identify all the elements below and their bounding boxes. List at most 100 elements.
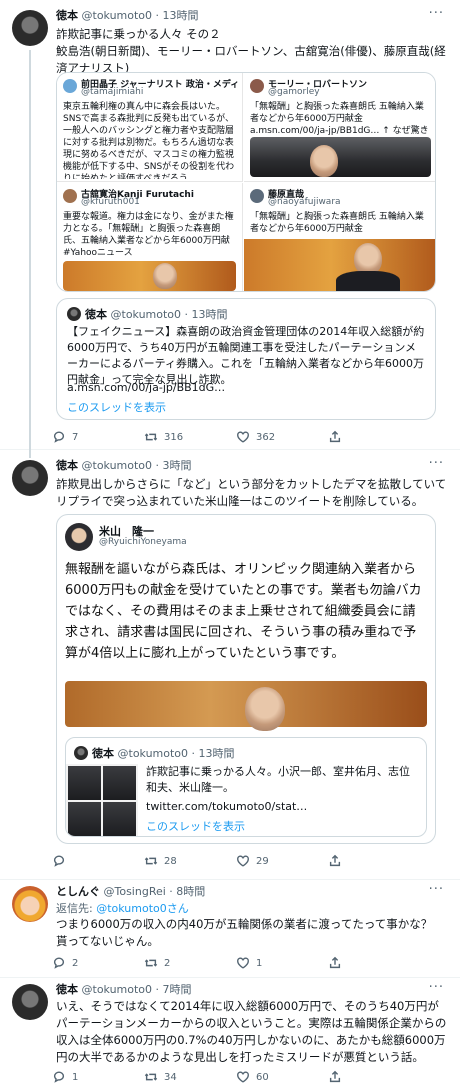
tweet-header: 徳本 @tokumoto0 · 13時間 xyxy=(56,9,199,22)
collage-panel-1[interactable]: 前田晶子 ジャーナリスト 政治・メディア @tamajimiahi 東京五輪利権… xyxy=(57,73,243,182)
tweet-text: つまり6000万の収入の内40万が五輪関係の業者に渡ってたって事かな？ 貰ってな… xyxy=(56,917,433,948)
reply-button[interactable]: 1 xyxy=(52,1068,144,1086)
tweet-actions: 7 316 362 xyxy=(52,428,420,446)
quoted-tweet[interactable]: 徳本 @tokumoto0 · 13時間 【フェイクニュース】森喜朗の政治資金管… xyxy=(56,298,436,420)
quote-timestamp: 13時間 xyxy=(198,747,235,760)
embedded-image[interactable]: 米山 隆一 @RyuichiYoneyama 無報酬を謳いながら森氏は、オリンピ… xyxy=(56,514,436,844)
reply-count: 2 xyxy=(72,957,79,969)
panel-text: 重要な報道。権力は金になり、金がまた権力となる。「無報酬」と胸張った森喜朗氏、五… xyxy=(63,212,234,246)
more-icon[interactable]: ··· xyxy=(429,980,444,995)
quote-author-name: 徳本 xyxy=(85,308,107,321)
tweet-actions: 1 34 60 xyxy=(52,1068,420,1086)
share-icon xyxy=(329,956,341,969)
collage-panel-3[interactable]: 古舘寛治Kanji Furutachi @kfuruth001 重要な報道。権力… xyxy=(57,183,243,291)
author-handle[interactable]: @TosingRei xyxy=(104,885,166,898)
like-button[interactable]: 60 xyxy=(236,1068,328,1086)
tweet-header: 徳本 @tokumoto0 · 7時間 xyxy=(56,983,192,996)
tweet-4[interactable]: 徳本 @tokumoto0 · 7時間 ··· いえ、そうではなくて2014年に… xyxy=(0,978,460,1090)
reply-target-link[interactable]: @tokumoto0さん xyxy=(96,902,189,915)
tweet-text: いえ、そうではなくて2014年に収入総額6000万円で、そのうち40万円がパーテ… xyxy=(56,999,447,1064)
reply-button[interactable]: 2 xyxy=(52,954,144,972)
tweet-actions: 2 2 1 xyxy=(52,954,420,972)
quote-header: 徳本 @tokumoto0 · 13時間 xyxy=(85,308,228,321)
tweet-1[interactable]: 徳本 @tokumoto0 · 13時間 ··· 詐欺記事に乗っかる人々 その２… xyxy=(0,0,460,450)
timestamp[interactable]: 7時間 xyxy=(163,983,192,996)
retweet-button[interactable]: 34 xyxy=(144,1068,236,1086)
panel-author-handle: @kfuruth001 xyxy=(81,197,140,207)
quote-text: 【フェイクニュース】森喜朗の政治資金管理団体の2014年収入総額が約6000万円… xyxy=(67,325,425,386)
embed-text: 無報酬を謳いながら森氏は、オリンピック関連納入業者から6000万円もの献金を受け… xyxy=(65,562,422,661)
like-button[interactable]: 29 xyxy=(236,852,328,870)
panel-hashtag[interactable]: #Yahooニュース xyxy=(63,247,133,259)
panel-author-handle: @gamorley xyxy=(268,87,320,97)
retweet-button[interactable]: 316 xyxy=(144,428,236,446)
share-button[interactable] xyxy=(328,1068,420,1086)
collage-panel-4[interactable]: 藤原直哉 @naoyafujiwara 「無報酬」と胸張った森喜朗氏 五輪納入業… xyxy=(244,183,435,291)
reply-icon xyxy=(53,431,65,443)
author-name[interactable]: 徳本 xyxy=(56,983,78,996)
reply-context: 返信先: @tokumoto0さん xyxy=(56,900,189,916)
panel-photo xyxy=(250,137,431,177)
retweet-count: 316 xyxy=(164,431,184,443)
reply-icon xyxy=(53,855,65,867)
panel-author-handle: @tamajimiahi xyxy=(81,87,144,97)
like-icon xyxy=(237,431,249,443)
thread-line xyxy=(29,450,31,458)
more-icon[interactable]: ··· xyxy=(429,456,444,471)
share-icon xyxy=(329,1070,341,1083)
author-handle[interactable]: @tokumoto0 xyxy=(82,459,153,472)
author-handle[interactable]: @tokumoto0 xyxy=(82,983,153,996)
panel-author-handle: @naoyafujiwara xyxy=(268,197,341,207)
retweet-count: 34 xyxy=(164,1071,177,1083)
embed-photo xyxy=(65,681,427,731)
quote-author-handle: @tokumoto0 xyxy=(117,747,189,760)
retweet-count: 28 xyxy=(164,855,177,867)
photo-collage[interactable]: 前田晶子 ジャーナリスト 政治・メディア @tamajimiahi 東京五輪利権… xyxy=(56,72,436,292)
more-icon[interactable]: ··· xyxy=(429,882,444,897)
avatar[interactable] xyxy=(12,10,48,46)
like-button[interactable]: 362 xyxy=(236,428,328,446)
panel-photo xyxy=(63,261,236,291)
embed-author-handle: @RyuichiYoneyama xyxy=(99,537,187,547)
tweet-3[interactable]: としんぐ @TosingRei · 8時間 ··· 返信先: @tokumoto… xyxy=(0,880,460,978)
avatar[interactable] xyxy=(12,984,48,1020)
reply-icon xyxy=(53,1071,65,1083)
retweet-icon xyxy=(144,959,158,967)
timestamp[interactable]: 8時間 xyxy=(176,885,205,898)
retweet-button[interactable]: 28 xyxy=(144,852,236,870)
avatar[interactable] xyxy=(12,460,48,496)
reply-button[interactable] xyxy=(52,852,144,870)
quote-timestamp: 13時間 xyxy=(191,308,228,321)
share-button[interactable] xyxy=(328,852,420,870)
more-icon[interactable]: ··· xyxy=(429,6,444,21)
show-thread-link[interactable]: このスレッドを表示 xyxy=(146,818,245,834)
retweet-button[interactable]: 2 xyxy=(144,954,236,972)
author-handle[interactable]: @tokumoto0 xyxy=(82,9,153,22)
reply-count: 1 xyxy=(72,1071,79,1083)
quote-avatar xyxy=(74,746,88,760)
like-button[interactable]: 1 xyxy=(236,954,328,972)
reply-button[interactable]: 7 xyxy=(52,428,144,446)
timestamp[interactable]: 3時間 xyxy=(163,459,192,472)
embed-avatar xyxy=(65,523,93,551)
quote-thumbnail xyxy=(66,764,138,836)
quote-url[interactable]: twitter.com/tokumoto0/stat… xyxy=(146,800,307,813)
share-icon xyxy=(329,854,341,867)
author-name[interactable]: 徳本 xyxy=(56,459,78,472)
timestamp[interactable]: 13時間 xyxy=(163,9,199,22)
nested-quote[interactable]: 徳本 @tokumoto0 · 13時間 詐欺記事に乗っかる人々。小沢一郎、室井… xyxy=(65,737,427,837)
like-icon xyxy=(237,1071,249,1083)
tweet-actions: 28 29 xyxy=(52,852,420,870)
avatar[interactable] xyxy=(12,886,48,922)
share-button[interactable] xyxy=(328,428,420,446)
quote-url[interactable]: a.msn.com/00/ja-jp/BB1dG… xyxy=(67,381,225,394)
show-thread-link[interactable]: このスレッドを表示 xyxy=(67,399,166,415)
tweet-2[interactable]: 徳本 @tokumoto0 · 3時間 ··· 詐欺見出しからさらに「など」とい… xyxy=(0,450,460,880)
share-button[interactable] xyxy=(328,954,420,972)
author-name[interactable]: としんぐ xyxy=(56,885,100,898)
tweet-text: 詐欺記事に乗っかる人々 その２ 鮫島浩(朝日新聞)、モーリー・ロバートソン、古舘… xyxy=(56,27,446,75)
collage-panel-2[interactable]: モーリー・ロバートソン @gamorley 「無報酬」と胸張った森喜朗氏 五輪納… xyxy=(244,73,435,182)
tweet-header: としんぐ @TosingRei · 8時間 xyxy=(56,885,206,898)
author-name[interactable]: 徳本 xyxy=(56,9,78,22)
reply-count: 7 xyxy=(72,431,79,443)
